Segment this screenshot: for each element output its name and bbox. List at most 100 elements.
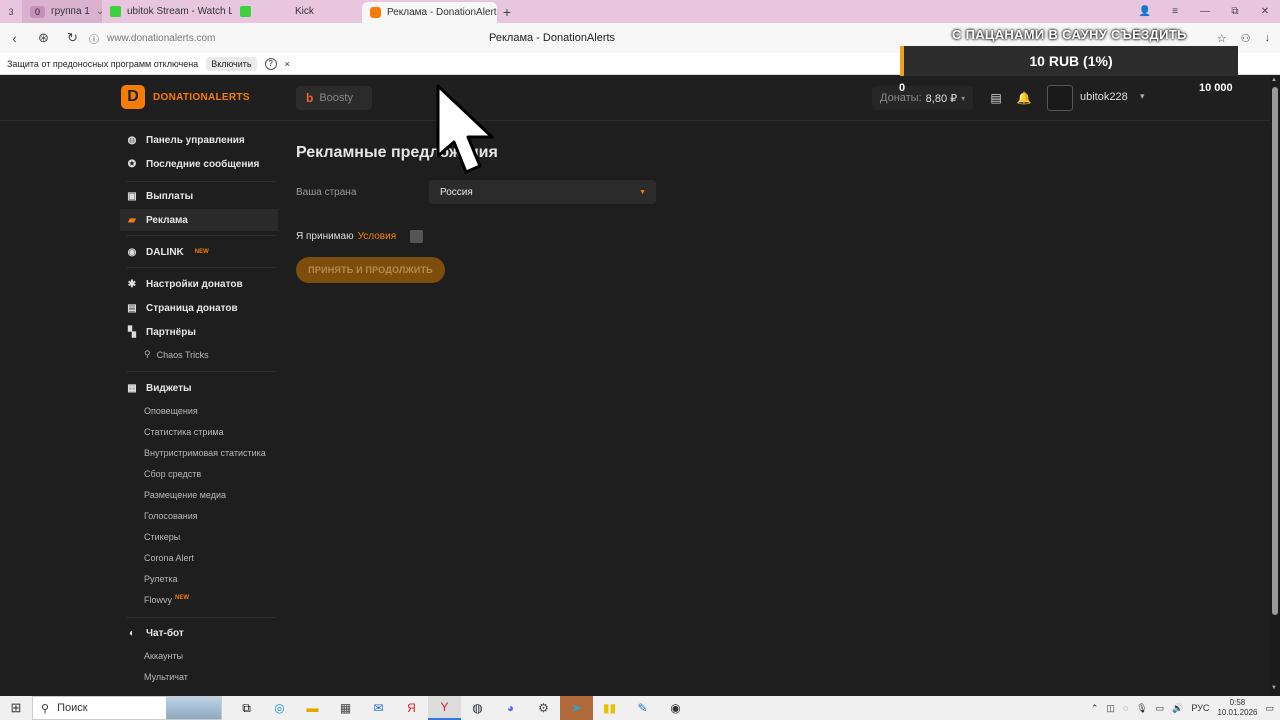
discord-icon[interactable]: ◕ (494, 696, 527, 720)
yandex-app-icon[interactable]: Я (395, 696, 428, 720)
address-actions: ☆ ⚇ ↓ (1217, 32, 1270, 45)
sidebar-item-dalink[interactable]: ◉ DALINK NEW (120, 241, 278, 263)
new-tab-button[interactable]: + (497, 4, 517, 20)
explorer-icon[interactable]: ▬ (296, 696, 329, 720)
sidebar-sub-fundraising[interactable]: Сбор средств (144, 469, 201, 479)
yandex-browser-icon[interactable]: Y (428, 696, 461, 720)
sidebar-sub-media[interactable]: Размещение медиа (144, 490, 226, 500)
sidebar-sub-alerts[interactable]: Оповещения (144, 406, 198, 416)
sidebar-item-dashboard[interactable]: ◍ Панель управления (120, 129, 278, 151)
scroll-thumb[interactable] (1272, 87, 1278, 615)
accept-continue-button[interactable]: ПРИНЯТЬ И ПРОДОЛЖИТЬ (296, 257, 445, 283)
tab-group[interactable]: 0 группа 1 ⌄ (22, 0, 102, 23)
close-notice-icon[interactable]: × (285, 59, 290, 69)
restore-icon[interactable]: ⧉ (1220, 0, 1250, 23)
sidebar-item-chatbot[interactable]: ◐ Чат-бот (120, 622, 278, 644)
divider (126, 371, 276, 372)
sidebar-item-partners[interactable]: ▚ Партнёры (120, 321, 278, 343)
taskbar-search[interactable]: ⚲ Поиск (32, 696, 222, 720)
close-window-icon[interactable]: ✕ (1250, 0, 1280, 23)
microphone-icon[interactable]: 🎙 (1136, 703, 1147, 714)
tab-ubitok-stream[interactable]: ubitok Stream - Watch Live (102, 0, 232, 23)
paint-icon[interactable]: ✎ (626, 696, 659, 720)
language-indicator[interactable]: РУС (1191, 703, 1209, 713)
country-select[interactable]: Россия ▼ (429, 180, 656, 204)
sidebar-sub-multichat[interactable]: Мультичат (144, 672, 188, 682)
sidebar-sub-polls[interactable]: Голосования (144, 511, 198, 521)
username[interactable]: ubitok228 (1080, 91, 1128, 103)
enable-protection-button[interactable]: Включить (206, 56, 257, 71)
terms-checkbox[interactable] (410, 230, 424, 243)
downloads-icon[interactable]: ↓ (1265, 32, 1271, 45)
donation-goal-text: 10 RUB (1%) (1029, 53, 1113, 69)
tab-donationalerts[interactable]: Реклама - DonationAlerts ✕ (362, 2, 497, 23)
clock[interactable]: 0:58 10.01.2026 (1217, 698, 1257, 718)
brand-logo[interactable]: D DONATIONALERTS (121, 85, 250, 109)
back-icon[interactable]: ‹ (0, 31, 29, 46)
sidebar-sub-corona-alert[interactable]: Corona Alert (144, 553, 194, 563)
menu-icon[interactable]: ≡ (1160, 0, 1190, 23)
bell-icon[interactable]: 🔔 (1016, 90, 1032, 106)
minimize-icon[interactable]: — (1190, 0, 1220, 23)
scroll-up-icon[interactable]: ▲ (1271, 77, 1277, 83)
mail-icon[interactable]: ✉ (362, 696, 395, 720)
sidebar-item-ads[interactable]: ▰ Реклама (120, 209, 278, 231)
scroll-down-icon[interactable]: ▼ (1271, 685, 1277, 691)
dalink-icon: ◉ (127, 246, 137, 258)
task-view-icon[interactable]: ⧉ (230, 696, 263, 720)
terms-row: Я принимаю Условия (296, 230, 424, 243)
sidebar-sub-flowvy[interactable]: Flowvy NEW (144, 595, 189, 605)
store-icon[interactable]: ▦ (329, 696, 362, 720)
sidebar-item-label: Панель управления (146, 134, 245, 146)
site-info-icon[interactable]: ⓘ (87, 31, 101, 46)
sidebar-item-donation-settings[interactable]: ✱ Настройки донатов (120, 273, 278, 295)
tab-kick[interactable]: Kick (232, 0, 362, 23)
terms-link[interactable]: Условия (358, 231, 397, 242)
sidebar-item-payouts[interactable]: ▣ Выплаты (120, 185, 278, 207)
edge-icon[interactable]: ◎ (263, 696, 296, 720)
sidebar-item-label: Партнёры (146, 326, 196, 338)
page-scrollbar[interactable]: ▲ ▼ (1270, 75, 1280, 696)
windows-start-icon[interactable]: ⊞ (0, 696, 32, 720)
network-icon[interactable]: ▭ (1156, 703, 1165, 714)
avatar[interactable] (1047, 85, 1073, 111)
profile-icon[interactable]: 👤 (1130, 0, 1160, 23)
sidebar-item-last-messages[interactable]: ✪ Последние сообщения (120, 153, 278, 175)
tray-app-icon[interactable]: ◌ (1123, 703, 1128, 713)
url-field[interactable]: www.donationalerts.com (107, 33, 487, 44)
telegram-icon[interactable]: ➤ (560, 696, 593, 720)
help-icon[interactable]: ? (264, 57, 277, 70)
notifications-icon[interactable]: ▭ (1265, 703, 1274, 714)
sidebar-sub-instream-stats[interactable]: Внутристримовая статистика (144, 448, 266, 458)
page-title-display: Реклама - DonationAlerts (489, 32, 616, 44)
extensions-icon[interactable]: ⚇ (1241, 32, 1251, 45)
tray-app-icon[interactable]: ◫ (1106, 703, 1115, 714)
sidebar-sub-accounts[interactable]: Аккаунты (144, 651, 183, 661)
volume-icon[interactable]: 🔊 (1172, 703, 1183, 714)
steam-icon[interactable]: ◍ (461, 696, 494, 720)
windows-taskbar: ⊞ ⚲ Поиск ⧉ ◎ ▬ ▦ ✉ Я Y ◍ ◕ ⚙ ➤ ▮▮ ✎ ◉ ⌃… (0, 696, 1280, 720)
settings-icon[interactable]: ⚙ (527, 696, 560, 720)
gift-icon[interactable]: ▤ (988, 90, 1004, 106)
sidebar-sub-label: Flowvy (144, 595, 173, 605)
boosty-button[interactable]: b Boosty (296, 86, 372, 110)
sidebar-sub-stickers[interactable]: Стикеры (144, 532, 180, 542)
obs-icon[interactable]: ◉ (659, 696, 692, 720)
donates-balance[interactable]: Донаты: 8,80 ₽ ▾ (872, 86, 974, 110)
sidebar-sub-roulette[interactable]: Рулетка (144, 574, 178, 584)
yandex-icon[interactable]: ⊛ (29, 30, 58, 46)
donationalerts-icon (370, 7, 381, 18)
reload-icon[interactable]: ↻ (58, 30, 87, 46)
sidebar-item-widgets[interactable]: ▦ Виджеты (120, 377, 278, 399)
app-bars-icon[interactable]: ▮▮ (593, 696, 626, 720)
tray-expand-icon[interactable]: ⌃ (1091, 703, 1099, 714)
tab-count[interactable]: 3 (0, 0, 22, 23)
protection-message: Защита от предоносных программ отключена (7, 58, 199, 69)
sidebar-sub-chaos-tricks[interactable]: ⚲ Chaos Tricks (144, 349, 209, 360)
sidebar-item-donation-page[interactable]: ▤ Страница донатов (120, 297, 278, 319)
bookmark-icon[interactable]: ☆ (1217, 32, 1227, 45)
chevron-down-icon[interactable]: ▾ (1140, 91, 1145, 102)
ads-icon: ▰ (128, 214, 136, 226)
sidebar-sub-stream-stats[interactable]: Статистика стрима (144, 427, 224, 437)
sidebar-item-label: Реклама (146, 214, 188, 226)
